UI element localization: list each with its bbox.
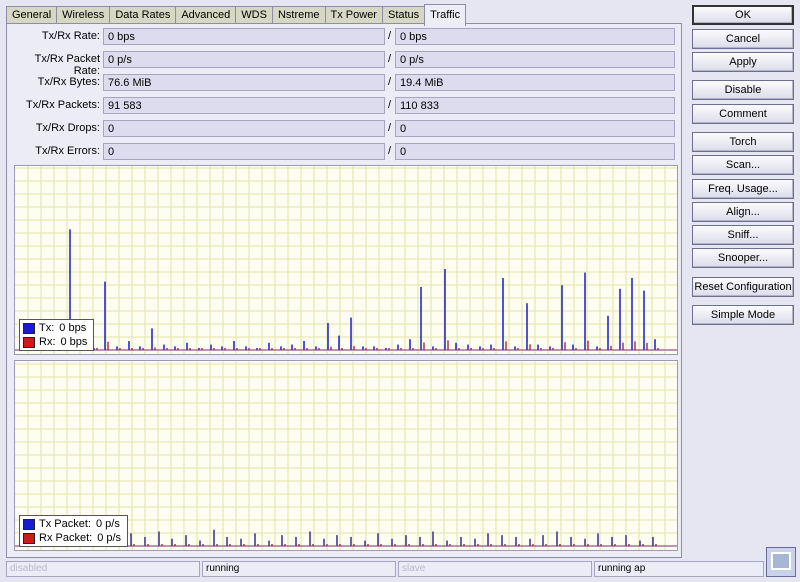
tx-bytes-field: 76.6 MiB xyxy=(103,74,385,91)
stat-row-rate: Tx/Rx Rate: 0 bps / 0 bps xyxy=(7,27,683,45)
rx-errors-field: 0 xyxy=(395,143,675,160)
rate-chart: Tx: 0 bps Rx: 0 bps xyxy=(14,165,678,355)
rx-bytes-field: 19.4 MiB xyxy=(395,74,675,91)
rate-chart-plot xyxy=(15,166,677,354)
interface-window: General Wireless Data Rates Advanced WDS… xyxy=(0,0,800,582)
stat-label: Tx/Rx Bytes: xyxy=(37,76,100,88)
tx-packets-field: 91 583 xyxy=(103,97,385,114)
legend-tx-value: 0 bps xyxy=(59,322,87,334)
traffic-panel: Tx/Rx Rate: 0 bps / 0 bps Tx/Rx Packet R… xyxy=(6,23,682,558)
torch-button[interactable]: Torch xyxy=(692,132,794,152)
tab-traffic[interactable]: Traffic xyxy=(424,4,467,26)
legend-tx-name: Tx: xyxy=(39,322,55,334)
legend-item-tx-packet: Tx Packet: 0 p/s xyxy=(23,517,121,531)
status-mode: slave xyxy=(398,561,592,577)
disable-button[interactable]: Disable xyxy=(692,80,794,100)
separator: / xyxy=(388,53,392,65)
stat-label: Tx/Rx Errors: xyxy=(35,145,100,157)
rx-rate-field: 0 bps xyxy=(395,28,675,45)
status-bar: disabled running slave running ap xyxy=(6,561,764,577)
sniff-button[interactable]: Sniff... xyxy=(692,225,794,245)
legend-rx-value: 0 bps xyxy=(60,336,88,348)
stat-row-packets: Tx/Rx Packets: 91 583 / 110 833 xyxy=(7,96,683,114)
tx-color-swatch xyxy=(23,518,35,530)
packets-chart-legend: Tx Packet: 0 p/s Rx Packet: 0 p/s xyxy=(19,515,129,547)
packets-chart: Tx Packet: 0 p/s Rx Packet: 0 p/s xyxy=(14,360,678,551)
status-state: running ap xyxy=(594,561,764,577)
ok-button[interactable]: OK xyxy=(692,5,794,25)
status-running: running xyxy=(202,561,396,577)
tab-bar: General Wireless Data Rates Advanced WDS… xyxy=(6,4,467,26)
stat-row-packet-rate: Tx/Rx Packet Rate: 0 p/s / 0 p/s xyxy=(7,50,683,77)
separator: / xyxy=(388,145,392,157)
tx-rate-field: 0 bps xyxy=(103,28,385,45)
tx-packet-rate-field: 0 p/s xyxy=(103,51,385,68)
cancel-button[interactable]: Cancel xyxy=(692,29,794,49)
separator: / xyxy=(388,76,392,88)
stat-row-drops: Tx/Rx Drops: 0 / 0 xyxy=(7,119,683,137)
legend-item-rx: Rx: 0 bps xyxy=(23,335,87,349)
rx-drops-field: 0 xyxy=(395,120,675,137)
rx-color-swatch xyxy=(23,532,35,544)
freq-usage-button[interactable]: Freq. Usage... xyxy=(692,179,794,199)
legend-rx-name: Rx: xyxy=(39,336,56,348)
legend-tx-packet-value: 0 p/s xyxy=(95,518,120,530)
separator: / xyxy=(388,122,392,134)
resize-grip-icon[interactable] xyxy=(766,547,796,577)
stat-label: Tx/Rx Drops: xyxy=(35,122,100,134)
rx-color-swatch xyxy=(23,336,35,348)
comment-button[interactable]: Comment xyxy=(692,104,794,124)
stat-label: Tx/Rx Rate: xyxy=(41,30,100,42)
legend-item-rx-packet: Rx Packet: 0 p/s xyxy=(23,531,121,545)
reset-configuration-button[interactable]: Reset Configuration xyxy=(692,277,794,297)
stat-row-errors: Tx/Rx Errors: 0 / 0 xyxy=(7,142,683,160)
rx-packets-field: 110 833 xyxy=(395,97,675,114)
rate-chart-legend: Tx: 0 bps Rx: 0 bps xyxy=(19,319,95,351)
rx-packet-rate-field: 0 p/s xyxy=(395,51,675,68)
stat-row-bytes: Tx/Rx Bytes: 76.6 MiB / 19.4 MiB xyxy=(7,73,683,91)
legend-item-tx: Tx: 0 bps xyxy=(23,321,87,335)
legend-rx-packet-value: 0 p/s xyxy=(97,532,122,544)
tx-errors-field: 0 xyxy=(103,143,385,160)
apply-button[interactable]: Apply xyxy=(692,52,794,72)
window-icon xyxy=(771,552,791,570)
legend-rx-packet-name: Rx Packet: xyxy=(39,532,93,544)
tx-color-swatch xyxy=(23,322,35,334)
legend-tx-packet-name: Tx Packet: xyxy=(39,518,91,530)
separator: / xyxy=(388,99,392,111)
snooper-button[interactable]: Snooper... xyxy=(692,248,794,268)
stat-label: Tx/Rx Packets: xyxy=(26,99,100,111)
scan-button[interactable]: Scan... xyxy=(692,155,794,175)
simple-mode-button[interactable]: Simple Mode xyxy=(692,305,794,325)
align-button[interactable]: Align... xyxy=(692,202,794,222)
tx-drops-field: 0 xyxy=(103,120,385,137)
separator: / xyxy=(388,30,392,42)
status-enabled: disabled xyxy=(6,561,200,577)
